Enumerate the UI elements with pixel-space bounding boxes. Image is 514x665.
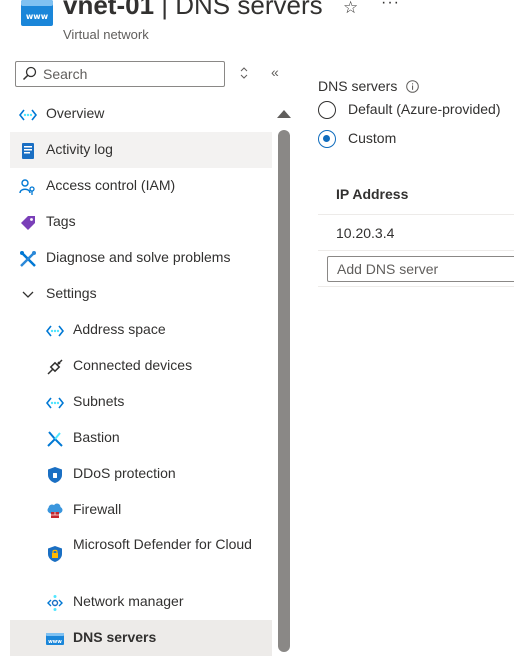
sidebar-item-label: Firewall — [73, 501, 122, 517]
wrench-icon — [19, 250, 37, 268]
radio-circle[interactable] — [318, 130, 336, 148]
table-row[interactable]: 10.20.3.4 — [336, 225, 394, 241]
sidebar-item-access-control[interactable]: Access control (IAM) — [10, 168, 272, 204]
network-manager-icon — [46, 594, 64, 612]
search-placeholder: Search — [43, 66, 88, 82]
plug-icon — [46, 358, 64, 376]
sidebar-item-label: DNS servers — [73, 629, 157, 645]
info-icon[interactable] — [406, 80, 419, 98]
chevron-down-icon — [19, 286, 37, 304]
sidebar-item-dns-servers[interactable]: www DNS servers — [10, 620, 272, 656]
title-separator: | — [154, 0, 176, 20]
virtual-network-icon: www — [21, 0, 53, 26]
resource-name: vnet-01 — [63, 0, 155, 20]
sidebar-item-label: Microsoft Defender for Cloud — [73, 536, 252, 552]
sidebar-item-label: Connected devices — [73, 357, 193, 373]
ip-address-column-header: IP Address — [336, 186, 409, 202]
radio-circle[interactable] — [318, 101, 336, 119]
sidebar-item-label: Tags — [46, 213, 76, 229]
sidebar-item-label: Diagnose and solve problems — [46, 249, 231, 265]
sidebar-item-activity-log[interactable]: Activity log — [10, 132, 272, 168]
shield-icon — [46, 466, 64, 484]
sidebar-item-label: Settings — [46, 285, 97, 301]
dns-icon: www — [46, 630, 64, 648]
divider — [318, 250, 514, 251]
activity-log-icon — [19, 142, 37, 160]
sidebar-item-ddos-protection[interactable]: DDoS protection — [10, 456, 272, 492]
collapse-menu-icon[interactable]: « — [271, 64, 279, 80]
sidebar-item-diagnose[interactable]: Diagnose and solve problems — [10, 240, 272, 276]
subnet-icon — [45, 394, 65, 412]
search-input[interactable]: Search — [15, 61, 225, 87]
iam-icon — [19, 178, 37, 196]
overview-icon — [18, 106, 38, 124]
radio-label: Custom — [348, 130, 397, 146]
sidebar-item-label: Access control (IAM) — [46, 177, 176, 193]
page-title: vnet-01 | DNS servers — [63, 0, 323, 21]
scroll-up-arrow[interactable] — [276, 106, 292, 124]
dns-servers-label: DNS servers — [318, 78, 398, 94]
sidebar-item-label: Bastion — [73, 429, 120, 445]
sort-icon[interactable] — [238, 66, 250, 80]
sidebar-item-overview[interactable]: Overview — [10, 96, 272, 132]
sidebar-item-defender[interactable]: Microsoft Defender for Cloud — [10, 528, 272, 578]
sidebar-item-label: Overview — [46, 105, 105, 121]
sidebar-item-label: DDoS protection — [73, 465, 176, 481]
sidebar-item-address-space[interactable]: Address space — [10, 312, 272, 348]
sidebar-item-connected-devices[interactable]: Connected devices — [10, 348, 272, 384]
sidebar-item-subnets[interactable]: Subnets — [10, 384, 272, 420]
sidebar-item-label: Activity log — [46, 141, 113, 157]
more-icon[interactable]: ··· — [381, 0, 400, 12]
bastion-icon — [46, 430, 64, 448]
page-name: DNS servers — [175, 0, 323, 20]
sidebar-item-tags[interactable]: Tags — [10, 204, 272, 240]
address-space-icon — [45, 322, 65, 340]
sidebar-item-bastion[interactable]: Bastion — [10, 420, 272, 456]
sidebar-item-label: Subnets — [73, 393, 125, 409]
divider — [318, 214, 514, 215]
svg-text:www: www — [26, 12, 49, 21]
sidebar-item-firewall[interactable]: Firewall — [10, 492, 272, 528]
sidebar-item-network-manager[interactable]: Network manager — [10, 584, 272, 620]
search-icon — [22, 66, 37, 81]
defender-icon — [46, 545, 64, 563]
sidebar-item-label: Address space — [73, 321, 166, 337]
scrollbar-thumb[interactable] — [278, 130, 290, 652]
add-dns-server-input[interactable]: Add DNS server — [327, 256, 514, 282]
firewall-icon — [46, 502, 64, 520]
sidebar-group-settings[interactable]: Settings — [10, 276, 272, 312]
svg-text:www: www — [48, 639, 62, 645]
radio-label: Default (Azure-provided) — [348, 101, 501, 117]
divider — [318, 286, 514, 287]
sidebar-item-label: Network manager — [73, 593, 184, 609]
tag-icon — [19, 214, 37, 232]
resource-type: Virtual network — [63, 27, 149, 42]
add-dns-server-placeholder: Add DNS server — [337, 261, 439, 277]
star-icon[interactable]: ☆ — [343, 0, 358, 18]
